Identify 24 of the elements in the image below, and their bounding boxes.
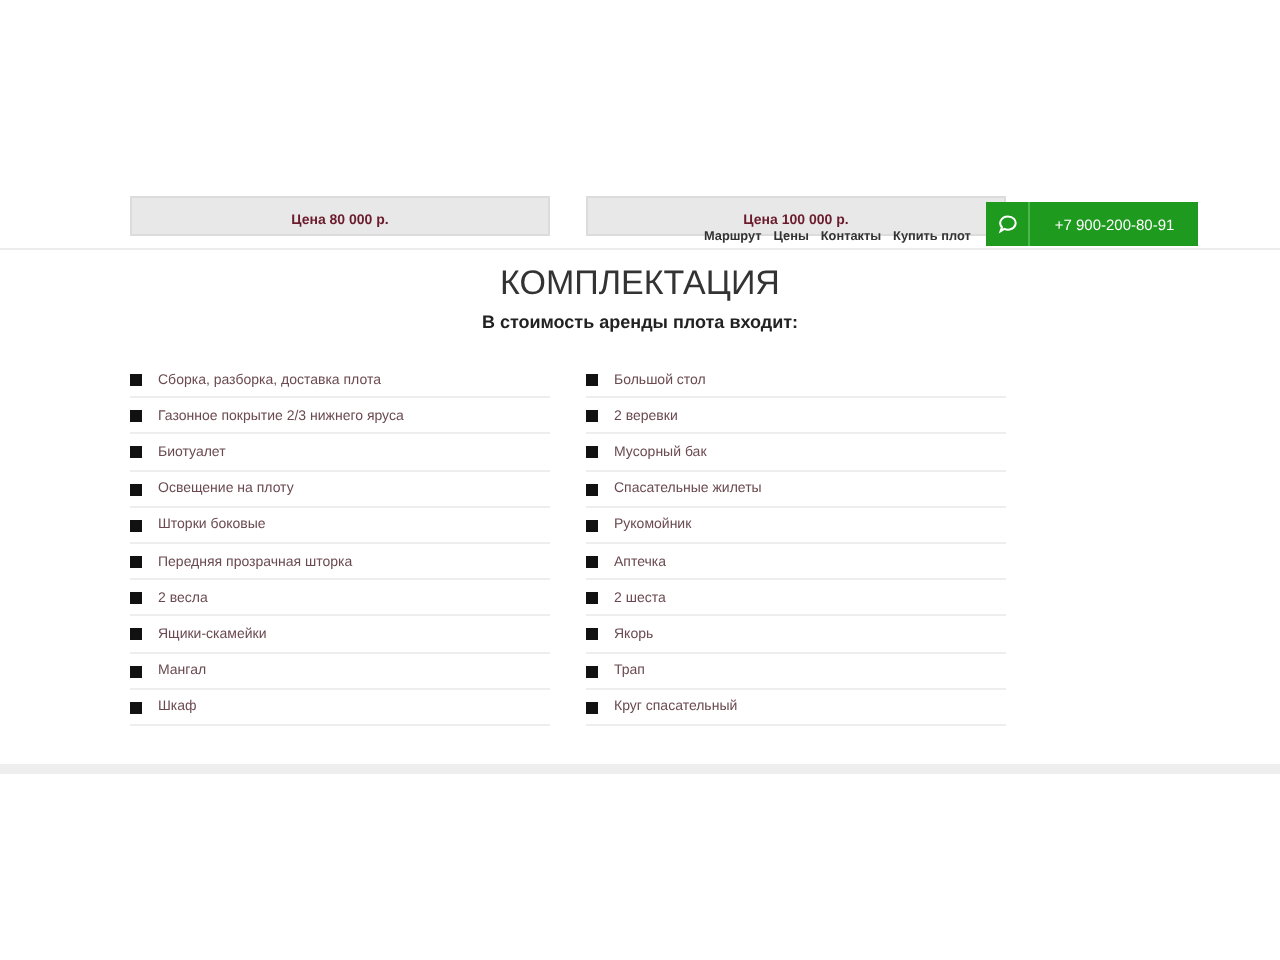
bullet-icon [586,592,598,605]
chat-button[interactable] [986,202,1031,246]
bullet-icon [130,592,142,605]
chat-icon [997,214,1018,234]
bullet-icon [586,446,598,459]
section-subtitle: В стоимость аренды плота входит: [481,312,799,332]
bullet-icon [130,701,142,714]
bullet-icon [586,628,598,641]
bullet-icon [586,701,598,714]
bullet-icon [586,410,598,423]
bullet-icon [130,374,142,387]
bullet-icon [586,483,598,496]
bullet-icon [586,374,598,387]
section-title: КОМПЛЕКТАЦИЯ [500,264,780,304]
bullet-icon [130,556,142,569]
bullet-icon [130,483,142,496]
bullet-icon [130,628,142,641]
bullet-icon [586,519,598,532]
bullet-icon [130,519,142,532]
bullet-icon [586,556,598,569]
bullet-icon [586,665,598,678]
bullet-icon [130,410,142,423]
bullet-icon [130,665,142,678]
bullet-icon [130,446,142,459]
